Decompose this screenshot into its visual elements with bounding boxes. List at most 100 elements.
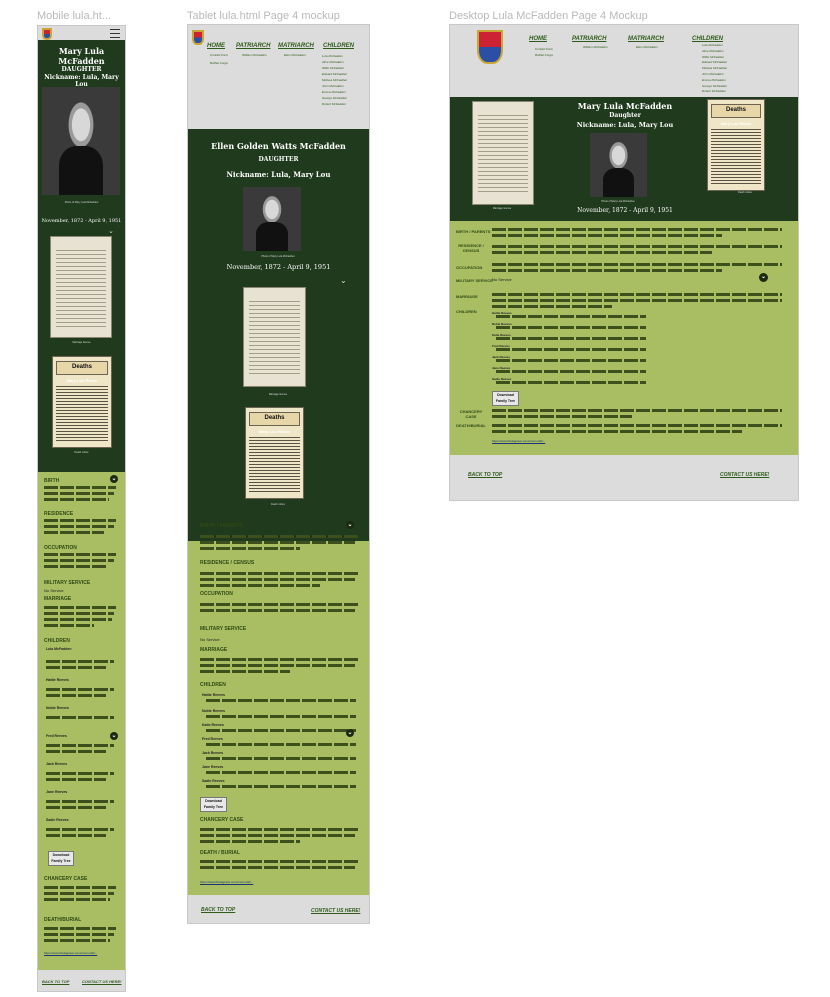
section-marriage: MARRIAGE (200, 647, 228, 653)
section-chancery: CHANCERY CASE (200, 817, 244, 823)
nav-children[interactable]: CHILDREN (692, 36, 723, 42)
desktop-header: HOME Contact Form Buffalo Forge PATRIARC… (450, 25, 798, 97)
person-name: Mary Lula McFadden (577, 101, 673, 111)
military-value: No Service (200, 637, 220, 642)
person-role: DAUGHTER (258, 156, 299, 163)
collapse-chevron-icon-2[interactable]: ⌄ (346, 729, 354, 737)
section-residence-census: RESIDENCE / CENSUS (458, 243, 484, 253)
desktop-frame-label: Desktop Lula McFadden Page 4 Mockup (449, 10, 648, 22)
nav-matriarch-sub[interactable]: Ellen McFadden (284, 53, 306, 57)
tablet-footer: BACK TO TOP CONTACT US HERE! (188, 895, 369, 923)
clip-caption: Death notice (737, 191, 753, 194)
back-to-top-link[interactable]: BACK TO TOP (468, 472, 502, 478)
person-dates: November, 1872 - April 9, 1951 (41, 218, 122, 224)
person-nickname: Nickname: Lula, Mary Lou (576, 121, 674, 129)
back-to-top-link[interactable]: BACK TO TOP (42, 979, 69, 984)
tablet-child-1: Hattie Reeves (202, 693, 225, 697)
doc-caption: Marriage license (72, 341, 91, 344)
collapse-chevron-icon-2[interactable]: ⌄ (110, 732, 118, 740)
nav-home-sub-2[interactable]: Buffalo Forge (535, 53, 553, 57)
mobile-child-1: Lula McFadden (46, 647, 72, 651)
contact-us-link[interactable]: CONTACT US HERE! (82, 979, 121, 984)
death-notice-image: Deaths Mary Lou Reese (52, 356, 112, 448)
nav-patriarch[interactable]: PATRIARCH (236, 43, 270, 49)
nav-home-sub-2[interactable]: Buffalo Forge (210, 61, 228, 65)
marriage-license-image (472, 101, 534, 205)
photo-caption: Photo of Mary Lula McFadden (601, 200, 635, 203)
nav-matriarch[interactable]: MATRIARCH (278, 43, 314, 49)
clip-name: Mary Lou Reese (720, 121, 752, 126)
nav-child-item[interactable]: Robert McFadden (322, 101, 362, 107)
section-children: CHILDREN (200, 682, 226, 688)
nav-home[interactable]: HOME (529, 36, 547, 42)
section-death-burial: DEATH/BURIAL (456, 423, 486, 428)
crest-icon (477, 30, 503, 64)
tablet-child-4: Fred Reeves (202, 737, 223, 741)
findagrave-link[interactable]: https://www.findagrave.com/memorial/... (492, 439, 545, 443)
contact-us-link[interactable]: CONTACT US HERE! (311, 908, 360, 914)
mobile-child-2: Hattie Reeves (46, 678, 69, 682)
nav-home-sub-1[interactable]: Contact Form (535, 47, 553, 51)
crest-icon (42, 28, 52, 40)
nav-child-item[interactable]: Robert McFadden (702, 89, 750, 95)
nav-matriarch-sub[interactable]: Ellen McFadden (636, 45, 658, 49)
chevron-down-icon[interactable]: ⌄ (340, 276, 347, 285)
findagrave-link[interactable]: https://www.findagrave.com/memorial/... (44, 951, 97, 955)
section-occupation: OCCUPATION (200, 591, 233, 597)
chevron-down-icon[interactable]: ⌄ (108, 227, 114, 235)
back-to-top-link[interactable]: BACK TO TOP (201, 907, 235, 913)
section-occupation: OCCUPATION (456, 265, 483, 270)
tablet-child-5: Jack Reeves (202, 751, 224, 755)
nav-home[interactable]: HOME (207, 43, 225, 49)
tablet-header: HOME Contact Form Buffalo Forge PATRIARC… (188, 25, 369, 129)
mobile-frame: Mary Lula McFadden DAUGHTER Nickname: Lu… (37, 25, 126, 992)
download-family-tree-button[interactable]: Download Family Tree (48, 851, 74, 866)
military-value: No Service (492, 277, 512, 282)
person-nickname: Nickname: Lula, Mary Lou (226, 170, 331, 179)
nav-patriarch[interactable]: PATRIARCH (572, 36, 606, 42)
section-birth-parents: BIRTH / PARENTS (456, 229, 491, 234)
download-family-tree-button[interactable]: Download Family Tree (200, 797, 227, 812)
clip-caption: Death notice (270, 503, 286, 506)
tablet-hero: Ellen Golden Watts McFadden DAUGHTER Nic… (188, 129, 369, 541)
mobile-child-7: Sadie Reeves (46, 818, 69, 822)
nav-children[interactable]: CHILDREN (323, 43, 354, 49)
section-marriage: MARRIAGE (44, 596, 72, 602)
deaths-heading: Deaths (56, 360, 108, 376)
nav-patriarch-sub[interactable]: William McFadden (242, 53, 267, 57)
section-military: MILITARY SERVICE (200, 626, 247, 632)
tablet-frame-label: Tablet lula.html Page 4 mockup (187, 10, 340, 22)
person-role: DAUGHTER (61, 66, 102, 73)
mobile-child-3: Noble Reeves (46, 706, 69, 710)
desktop-children-list: Lula McFadden Alice McFadden Willie McFa… (702, 43, 750, 95)
desktop-footer: BACK TO TOP CONTACT US HERE! (450, 455, 798, 500)
section-military: MILITARY SERVICE (456, 278, 493, 283)
contact-us-link[interactable]: CONTACT US HERE! (720, 472, 769, 478)
person-name: Mary Lula McFadden (58, 46, 105, 66)
collapse-chevron-icon[interactable]: ⌄ (110, 475, 118, 483)
nav-home-sub-1[interactable]: Contact Form (210, 53, 228, 57)
clip-name: Mary Lou Reese (259, 429, 290, 434)
marriage-license-image (50, 236, 112, 338)
section-chancery: CHANCERY CASE (44, 876, 88, 882)
section-death-burial: DEATH/BURIAL (44, 917, 82, 923)
nav-matriarch[interactable]: MATRIARCH (628, 36, 664, 42)
section-birth-parents: BIRTH / PARENTS (200, 523, 243, 529)
tablet-child-3: Katie Reeves (202, 723, 224, 727)
collapse-chevron-icon[interactable]: ⌄ (759, 273, 768, 282)
mobile-footer: BACK TO TOP CONTACT US HERE! (38, 970, 125, 991)
portrait-photo (243, 187, 301, 251)
collapse-chevron-icon[interactable]: ⌄ (346, 521, 354, 529)
findagrave-link[interactable]: https://www.findagrave.com/memorial/... (200, 880, 253, 884)
section-military: MILITARY SERVICE (44, 580, 91, 586)
desktop-hero: Marriage license Mary Lula McFadden Daug… (450, 97, 798, 221)
section-children: CHILDREN (44, 638, 70, 644)
photo-caption: Photo of Mary Lula McFadden (64, 201, 99, 204)
tablet-frame: HOME Contact Form Buffalo Forge PATRIARC… (187, 24, 370, 924)
nav-patriarch-sub[interactable]: William McFadden (583, 45, 608, 49)
download-family-tree-button[interactable]: Download Family Tree (492, 391, 519, 406)
hamburger-menu-icon[interactable] (110, 29, 120, 38)
tablet-children-list: Lula McFadden Alice McFadden Willie McFa… (322, 53, 362, 107)
section-marriage: MARRIAGE (456, 294, 478, 299)
portrait-photo (42, 87, 120, 195)
